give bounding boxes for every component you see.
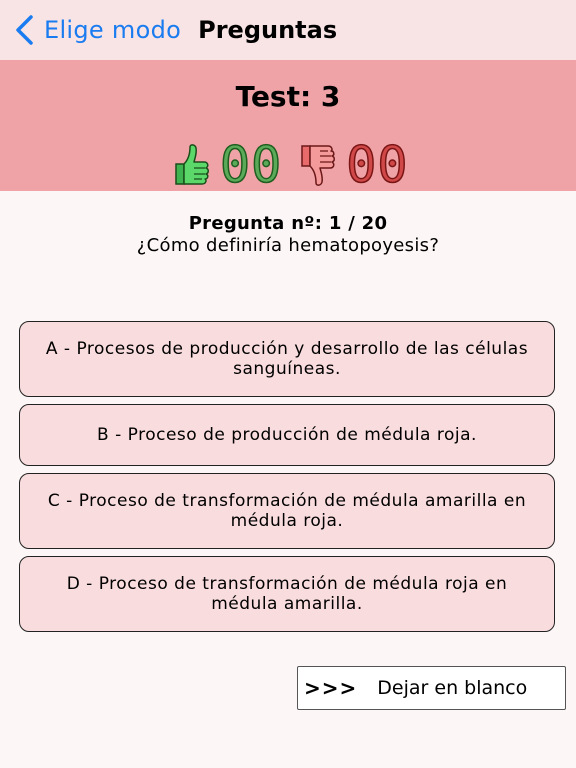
answer-option-a[interactable]: A - Procesos de producción y desarrollo … — [19, 321, 555, 397]
question-text: ¿Cómo definiría hematopoyesis? — [136, 235, 440, 256]
navigation-bar: Elige modo Preguntas — [0, 0, 576, 60]
answer-option-c-text: C - Proceso de transformación de médula … — [47, 491, 527, 531]
answer-option-b-text: B - Proceso de producción de médula roja… — [97, 425, 477, 445]
page-title: Preguntas — [198, 16, 338, 44]
answer-option-a-text: A - Procesos de producción y desarrollo … — [45, 339, 529, 379]
answer-option-b[interactable]: B - Proceso de producción de médula roja… — [19, 404, 555, 466]
skip-arrows: >>> — [304, 676, 358, 700]
score-counters: 00 00 — [170, 136, 409, 194]
test-title: Test: 3 — [235, 80, 341, 113]
answer-option-d-text: D - Proceso de transformación de médula … — [66, 574, 508, 614]
question-number: Pregunta nº: 1 / 20 — [188, 213, 388, 234]
leave-blank-button[interactable]: >>> Dejar en blanco — [297, 666, 566, 710]
score-panel: Test: 3 00 00 — [0, 60, 576, 191]
question-block: Pregunta nº: 1 / 20 ¿Cómo definiría hema… — [0, 213, 576, 257]
leave-blank-label: Dejar en blanco — [377, 677, 528, 699]
thumbs-down-icon — [301, 145, 336, 186]
thumbs-up-icon — [175, 144, 209, 185]
back-button-label: Elige modo — [44, 16, 182, 44]
correct-count: 00 — [219, 136, 283, 194]
back-button[interactable]: Elige modo — [14, 14, 181, 46]
answer-option-d[interactable]: D - Proceso de transformación de médula … — [19, 556, 555, 632]
wrong-count: 00 — [345, 136, 409, 194]
answer-option-c[interactable]: C - Proceso de transformación de médula … — [19, 473, 555, 549]
chevron-left-icon — [16, 15, 33, 45]
